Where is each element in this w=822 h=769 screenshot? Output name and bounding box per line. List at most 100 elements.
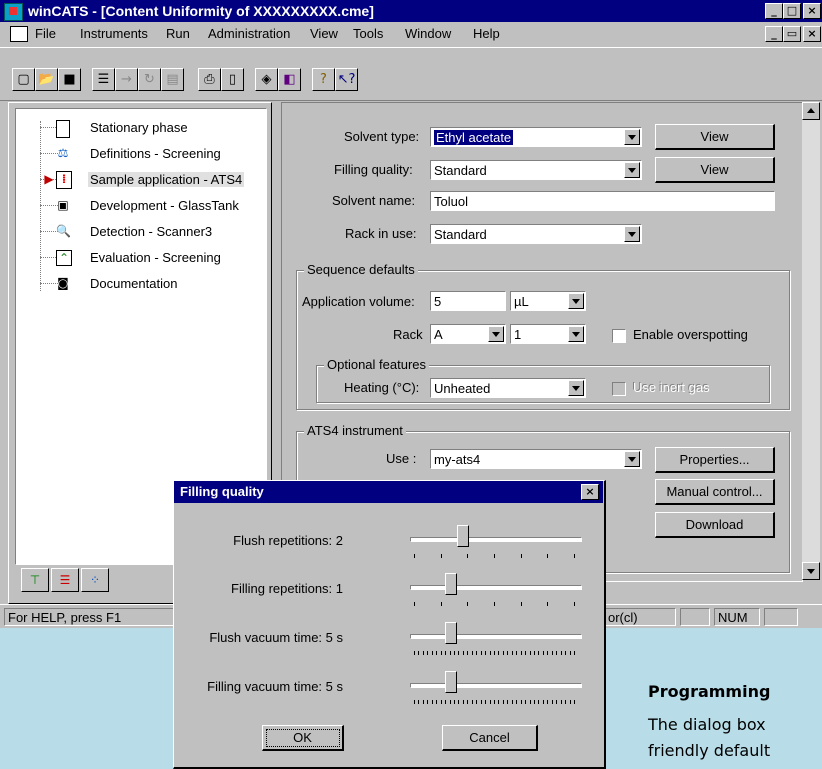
slider-tick: [462, 651, 464, 655]
slider-tick: [458, 651, 460, 655]
rack-value: A: [434, 327, 443, 342]
filling-vacuum-time-track[interactable]: [410, 683, 582, 688]
slider-tick: [431, 700, 433, 704]
menu-instruments[interactable]: Instruments: [80, 26, 148, 41]
slider-tick: [538, 651, 540, 655]
list-tab-icon[interactable]: ☰: [51, 568, 79, 592]
slider-tick: [449, 651, 451, 655]
help-icon[interactable]: ?: [312, 68, 335, 91]
tree-tab-icon[interactable]: ⊤: [21, 568, 49, 592]
print-icon[interactable]: ⎙: [198, 68, 221, 91]
flush-repetitions-track[interactable]: [410, 537, 582, 542]
arrow-right-icon[interactable]: →: [115, 68, 138, 91]
dialog-close-button[interactable]: ×: [581, 484, 599, 500]
slider-tick: [489, 651, 491, 655]
slider-tick: [507, 700, 509, 704]
tree-item-documentation[interactable]: Documentation: [90, 276, 177, 291]
chevron-down-icon[interactable]: [624, 451, 640, 467]
open-icon[interactable]: 📂: [35, 68, 58, 91]
solvent-name-input[interactable]: Toluol: [430, 191, 775, 211]
page-icon[interactable]: ◧: [278, 68, 301, 91]
flush-vacuum-time-slider[interactable]: [444, 622, 457, 644]
minimize-button[interactable]: _: [765, 3, 783, 19]
doc-close-button[interactable]: ×: [803, 26, 821, 42]
tree-item-detection[interactable]: Detection - Scanner3: [90, 224, 212, 239]
slider-tick: [436, 700, 438, 704]
properties-button[interactable]: Properties...: [655, 447, 775, 473]
tree-item-definitions[interactable]: Definitions - Screening: [90, 146, 221, 161]
cancel-button[interactable]: Cancel: [442, 725, 538, 751]
rack-number-select[interactable]: 1: [510, 324, 586, 344]
slider-tick: [422, 651, 424, 655]
use-inert-gas-checkbox[interactable]: [612, 382, 626, 396]
tree-item-development[interactable]: Development - GlassTank: [90, 198, 239, 213]
dots-tab-icon[interactable]: ⁘: [81, 568, 109, 592]
menu-help[interactable]: Help: [473, 26, 500, 41]
slider-tick: [569, 700, 571, 704]
scroll-up-icon[interactable]: [802, 102, 820, 120]
chevron-down-icon[interactable]: [568, 380, 584, 396]
rack-in-use-select[interactable]: Standard: [430, 224, 642, 244]
slider-tick: [560, 651, 562, 655]
vertical-scrollbar[interactable]: [802, 102, 820, 580]
status-num: NUM: [714, 608, 760, 626]
filling-quality-value: Standard: [434, 163, 487, 178]
use-instrument-select[interactable]: my-ats4: [430, 449, 642, 469]
flush-repetitions-slider[interactable]: [457, 525, 470, 547]
chevron-down-icon[interactable]: [568, 326, 584, 342]
edit-icon[interactable]: ▤: [161, 68, 184, 91]
camera-icon: ◙: [57, 276, 69, 290]
menu-window[interactable]: Window: [405, 26, 451, 41]
filling-quality-select[interactable]: Standard: [430, 160, 642, 180]
chevron-down-icon[interactable]: [624, 129, 640, 145]
volume-unit-select[interactable]: µL: [510, 291, 586, 311]
tree-item-evaluation[interactable]: Evaluation - Screening: [90, 250, 221, 265]
balance-icon: ⚖: [57, 146, 69, 160]
ok-button[interactable]: OK: [262, 725, 344, 751]
chevron-down-icon[interactable]: [624, 226, 640, 242]
close-button[interactable]: ×: [803, 3, 821, 19]
menu-view[interactable]: View: [310, 26, 338, 41]
chevron-down-icon[interactable]: [624, 162, 640, 178]
refresh-icon[interactable]: ↻: [138, 68, 161, 91]
filling-repetitions-track[interactable]: [410, 585, 582, 590]
context-help-icon[interactable]: ↖?: [335, 68, 358, 91]
print-preview-icon[interactable]: ▯: [221, 68, 244, 91]
rack-select[interactable]: A: [430, 324, 506, 344]
chevron-down-icon[interactable]: [568, 293, 584, 309]
diamond-icon[interactable]: ◈: [255, 68, 278, 91]
flush-vacuum-time-track[interactable]: [410, 634, 582, 639]
save-icon[interactable]: ■: [58, 68, 81, 91]
menu-tools[interactable]: Tools: [353, 26, 383, 41]
tree-item-stationary-phase[interactable]: Stationary phase: [90, 120, 188, 135]
slider-tick: [551, 651, 553, 655]
list-icon[interactable]: ☰: [92, 68, 115, 91]
slider-tick: [574, 554, 575, 558]
menu-file[interactable]: File: [35, 26, 56, 41]
menu-administration[interactable]: Administration: [208, 26, 290, 41]
solvent-type-select[interactable]: Ethyl acetate: [430, 127, 642, 147]
enable-overspotting-label[interactable]: Enable overspotting: [633, 327, 748, 342]
doc-restore-button[interactable]: ▭: [783, 26, 801, 42]
menu-run[interactable]: Run: [166, 26, 190, 41]
slider-tick: [551, 700, 553, 704]
manual-control-button[interactable]: Manual control...: [655, 479, 775, 505]
heating-select[interactable]: Unheated: [430, 378, 586, 398]
download-button[interactable]: Download: [655, 512, 775, 538]
filling-view-button[interactable]: View: [655, 157, 775, 183]
solvent-view-button[interactable]: View: [655, 124, 775, 150]
wincats-app-icon[interactable]: [4, 3, 23, 21]
filling-vacuum-time-slider[interactable]: [444, 671, 457, 693]
slider-tick: [462, 700, 464, 704]
chevron-down-icon[interactable]: [488, 326, 504, 342]
enable-overspotting-checkbox[interactable]: [612, 329, 626, 343]
document-icon[interactable]: [10, 26, 28, 42]
doc-minimize-button[interactable]: _: [765, 26, 783, 42]
tree-item-sample-application[interactable]: Sample application - ATS4: [88, 172, 245, 187]
filling-repetitions-slider[interactable]: [444, 573, 457, 595]
application-volume-input[interactable]: 5: [430, 291, 506, 311]
new-icon[interactable]: ▢: [12, 68, 35, 91]
scroll-down-icon[interactable]: [802, 562, 820, 580]
slider-tick: [414, 602, 415, 606]
maximize-button[interactable]: □: [783, 3, 801, 19]
